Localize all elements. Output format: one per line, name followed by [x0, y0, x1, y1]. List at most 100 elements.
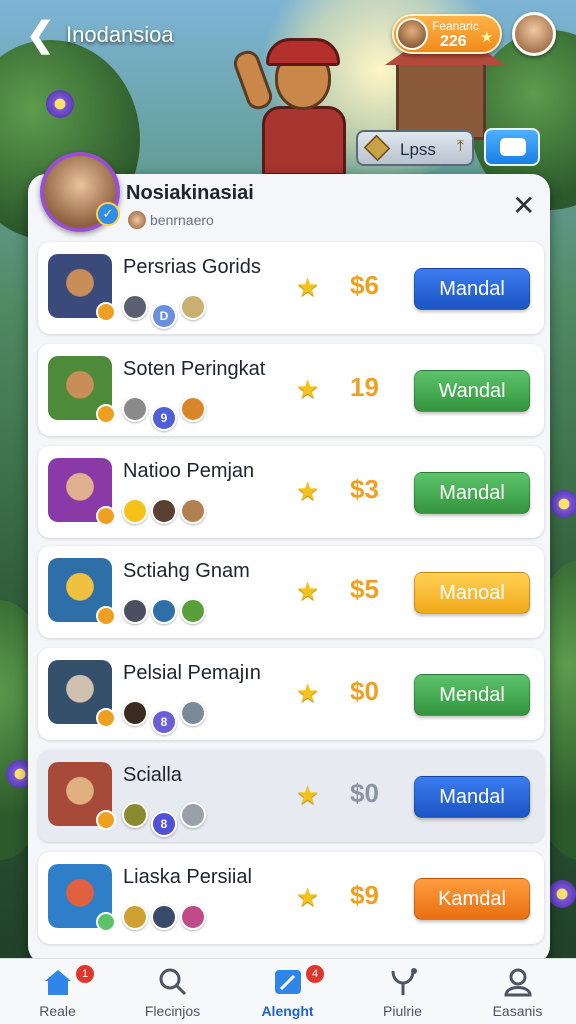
- star-icon: ★: [296, 780, 320, 810]
- action-button[interactable]: Wandal: [414, 370, 530, 412]
- flower: [550, 490, 576, 518]
- nav-item-home[interactable]: 1 Reale: [0, 959, 115, 1024]
- star-icon: ★: [296, 374, 320, 404]
- character-name: Pelsial Pemajın: [123, 662, 261, 684]
- tag-icons: [122, 498, 209, 528]
- tag-icon: [180, 700, 206, 726]
- action-button[interactable]: Manoal: [414, 572, 530, 614]
- edit-icon: [272, 967, 304, 997]
- nav-item-edit[interactable]: 4 Alenght: [230, 959, 345, 1024]
- action-button[interactable]: Mendal: [414, 674, 530, 716]
- action-button[interactable]: Kamdal: [414, 878, 530, 920]
- tag-icon: 8: [151, 709, 177, 735]
- badge-icon: [96, 912, 116, 932]
- tag-icons: [122, 598, 209, 628]
- tag-icon: [151, 498, 177, 524]
- list-item[interactable]: Persrias Gorids D ★ $6 Mandal: [38, 242, 544, 334]
- home-icon: [42, 967, 74, 997]
- nav-item-stethoscope[interactable]: Piulrie: [345, 959, 460, 1024]
- star-icon: ★: [296, 576, 320, 606]
- panel-subtitle: benrnaero: [150, 212, 214, 228]
- star-icon: ★: [480, 29, 494, 46]
- tag-icon: [122, 396, 148, 422]
- tag-icon: [180, 598, 206, 624]
- top-bar: ❮ Inodansioa Feanaric 226 ★: [0, 0, 576, 72]
- character-avatar: [48, 458, 116, 526]
- price: $9: [350, 880, 379, 910]
- tag-icons: [122, 904, 209, 934]
- arrow-up-icon: ⤒: [456, 138, 464, 155]
- flower: [548, 880, 576, 908]
- action-button[interactable]: Mandal: [414, 268, 530, 310]
- tag-icon: [122, 700, 148, 726]
- character-avatar: [48, 864, 116, 932]
- currency-counter[interactable]: Feanaric 226 ★: [392, 14, 502, 54]
- character-name: Sctiahg Gnam: [123, 560, 250, 582]
- verified-icon: ✓: [96, 202, 120, 226]
- notification-badge: 4: [306, 965, 324, 983]
- action-button[interactable]: Mandal: [414, 776, 530, 818]
- stethoscope-icon: [387, 967, 419, 997]
- tag-icon: [151, 904, 177, 930]
- price: $0: [350, 778, 379, 808]
- flower: [46, 90, 74, 118]
- character-avatar: [48, 254, 116, 322]
- panel-avatar: ✓: [40, 152, 120, 232]
- tag-icon: 8: [151, 811, 177, 837]
- page-title: Inodansioa: [66, 22, 174, 47]
- nav-label: Easanis: [492, 1003, 543, 1019]
- action-button[interactable]: Mandal: [414, 472, 530, 514]
- character-name: Scialla: [123, 764, 182, 786]
- tag-icon: [122, 802, 148, 828]
- search-icon: [157, 967, 189, 997]
- tag-icon: [180, 802, 206, 828]
- notification-badge: 1: [76, 965, 94, 983]
- nav-item-user[interactable]: Easanis: [460, 959, 575, 1024]
- tag-icon: D: [151, 303, 177, 329]
- list-item[interactable]: Liaska Persiial ★ $9 Kamdal: [38, 852, 544, 944]
- profile-avatar[interactable]: [512, 12, 556, 56]
- currency-avatar: [396, 18, 428, 50]
- star-icon: ★: [296, 678, 320, 708]
- nav-item-search[interactable]: Flecinjos: [115, 959, 230, 1024]
- tag-icons: 8: [122, 700, 209, 735]
- list-item[interactable]: Soten Peringkat 9 ★ 19 Wandal: [38, 344, 544, 436]
- tips-button[interactable]: Lpss ⤒: [356, 130, 474, 166]
- tag-icons: 8: [122, 802, 209, 837]
- price: $0: [350, 676, 379, 706]
- user-icon: [502, 967, 534, 997]
- badge-icon: [96, 404, 116, 424]
- chat-icon: [500, 138, 526, 156]
- list-item[interactable]: Scialla 8 ★ $0 Mandal: [38, 750, 544, 842]
- badge-icon: [96, 810, 116, 830]
- nav-label: Reale: [39, 1003, 76, 1019]
- price: $5: [350, 574, 379, 604]
- currency-value: 226: [440, 33, 467, 50]
- price: $6: [350, 270, 379, 300]
- star-icon: ★: [296, 476, 320, 506]
- panel-title: Nosiakinasiai: [126, 182, 254, 204]
- list-item[interactable]: Natioo Pemjan ★ $3 Mandal: [38, 446, 544, 538]
- character-avatar: [48, 558, 116, 626]
- nav-label: Flecinjos: [144, 1003, 201, 1019]
- back-arrow-icon[interactable]: ❮: [26, 18, 56, 54]
- close-icon[interactable]: ✕: [512, 192, 535, 220]
- character-name: Natioo Pemjan: [123, 460, 255, 482]
- nav-label: Piulrie: [383, 1003, 422, 1019]
- badge-icon: [96, 506, 116, 526]
- tag-icon: [180, 396, 206, 422]
- character-avatar: [48, 660, 116, 728]
- tag-icons: 9: [122, 396, 209, 431]
- tag-icon: [151, 598, 177, 624]
- tag-icon: 9: [151, 405, 177, 431]
- character-avatar: [48, 356, 116, 424]
- chat-button[interactable]: [484, 128, 540, 166]
- list-item[interactable]: Sctiahg Gnam ★ $5 Manoal: [38, 546, 544, 638]
- badge-icon: [96, 606, 116, 626]
- tag-icon: [180, 904, 206, 930]
- gem-icon: [363, 134, 391, 162]
- price: $3: [350, 474, 379, 504]
- list-item[interactable]: Pelsial Pemajın 8 ★ $0 Mendal: [38, 648, 544, 740]
- badge-icon: [96, 708, 116, 728]
- tag-icon: [122, 598, 148, 624]
